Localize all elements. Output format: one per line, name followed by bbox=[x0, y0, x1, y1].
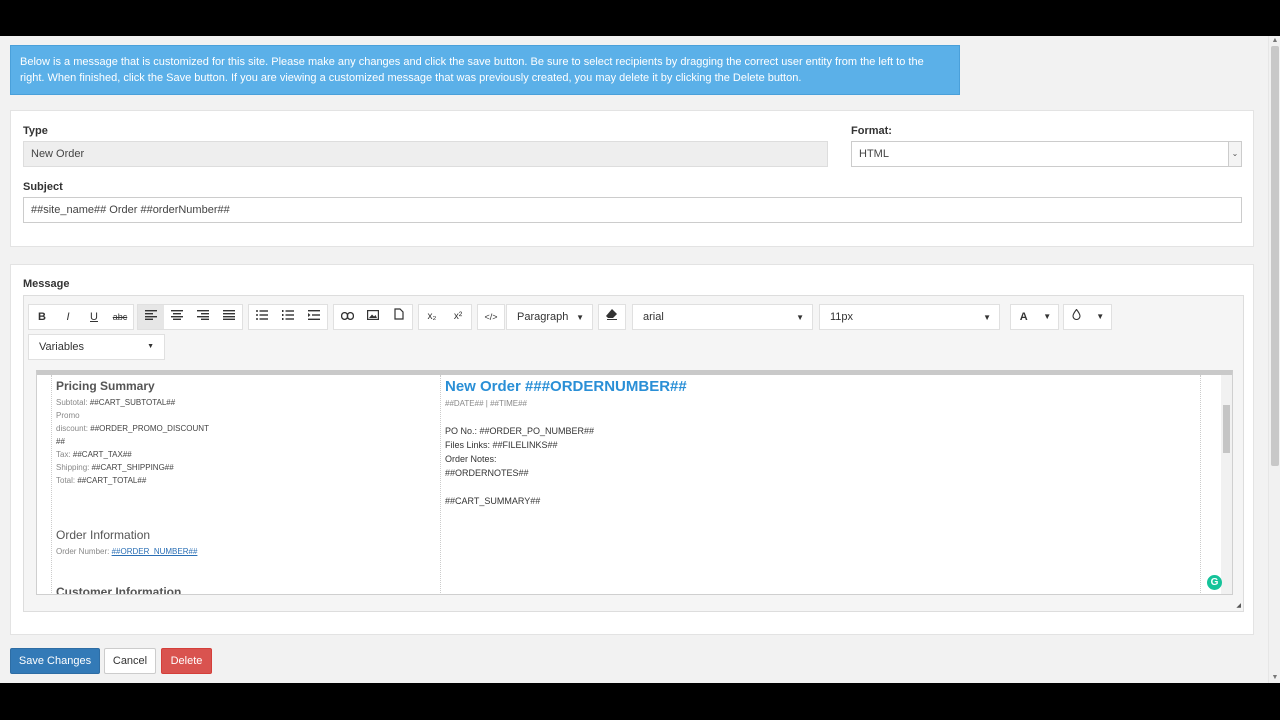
image-icon[interactable] bbox=[360, 305, 386, 329]
content-left-column: Pricing Summary Subtotal: ##CART_SUBTOTA… bbox=[51, 375, 441, 595]
superscript-button[interactable]: x² bbox=[445, 305, 471, 329]
underline-button[interactable]: U bbox=[81, 305, 107, 329]
pricing-line: Total: ##CART_TOTAL## bbox=[56, 476, 147, 485]
strikethrough-button[interactable]: abc bbox=[107, 305, 133, 329]
caret-down-icon[interactable]: ▼ bbox=[1089, 305, 1111, 329]
subscript-button[interactable]: x₂ bbox=[419, 305, 445, 329]
rich-text-editor: B I U abc x₂ x² </> Paragraph ▼ arial ▼ … bbox=[23, 295, 1244, 612]
toolbar-script: x₂ x² bbox=[418, 304, 472, 330]
notes-label: Order Notes: bbox=[445, 454, 497, 464]
indent-icon[interactable] bbox=[301, 305, 327, 329]
caret-down-icon: ▼ bbox=[983, 313, 991, 322]
pricing-lines: Subtotal: ##CART_SUBTOTAL## Promo discou… bbox=[56, 396, 426, 487]
new-order-title: New Order ###ORDERNUMBER## bbox=[445, 378, 687, 395]
clear-format-icon[interactable] bbox=[599, 305, 625, 329]
fill-color-icon[interactable] bbox=[1064, 305, 1089, 329]
pricing-line: Subtotal: ##CART_SUBTOTAL## bbox=[56, 398, 176, 407]
page-scrollbar-thumb[interactable] bbox=[1271, 46, 1279, 466]
pricing-line: Tax: ##CART_TAX## bbox=[56, 450, 132, 459]
message-label: Message bbox=[23, 278, 70, 290]
media-icon[interactable] bbox=[386, 305, 412, 329]
toolbar-align bbox=[137, 304, 243, 330]
delete-button[interactable]: Delete bbox=[161, 648, 212, 674]
pricing-line: discount: ##ORDER_PROMO_DISCOUNT bbox=[56, 424, 209, 433]
bullet-list-icon[interactable] bbox=[249, 305, 275, 329]
scroll-up-icon[interactable]: ▲ bbox=[1269, 36, 1280, 46]
link-icon[interactable] bbox=[334, 305, 360, 329]
editor-scrollbar[interactable] bbox=[1221, 375, 1232, 594]
cart-summary: ##CART_SUMMARY## bbox=[445, 496, 541, 506]
order-number-link[interactable]: ##ORDER_NUMBER## bbox=[112, 547, 198, 556]
paragraph-dropdown-label: Paragraph bbox=[517, 311, 569, 323]
toolbar-code: </> bbox=[477, 304, 505, 330]
font-color-button[interactable]: A bbox=[1011, 305, 1036, 329]
resize-handle-icon[interactable]: ◢ bbox=[1236, 602, 1241, 609]
font-color-control: A ▼ bbox=[1010, 304, 1059, 330]
format-select[interactable]: HTML ⌄ bbox=[851, 141, 1242, 167]
italic-button[interactable]: I bbox=[55, 305, 81, 329]
order-information-title: Order Information bbox=[56, 528, 151, 542]
font-family-label: arial bbox=[643, 311, 664, 323]
font-size-dropdown[interactable]: 11px ▼ bbox=[819, 304, 1000, 330]
font-size-label: 11px bbox=[830, 311, 854, 323]
type-label: Type bbox=[23, 125, 48, 137]
type-field: New Order bbox=[23, 141, 828, 167]
caret-down-icon[interactable]: ▼ bbox=[1036, 305, 1058, 329]
scroll-down-icon[interactable]: ▼ bbox=[1269, 673, 1280, 683]
caret-down-icon: ▼ bbox=[576, 313, 584, 322]
variables-dropdown-label: Variables bbox=[39, 341, 85, 353]
order-number-line: Order Number: ##ORDER_NUMBER## bbox=[56, 547, 198, 556]
format-label: Format: bbox=[851, 125, 892, 137]
date-time-line: ##DATE## | ##TIME## bbox=[445, 399, 527, 408]
background-color-control: ▼ bbox=[1063, 304, 1112, 330]
align-left-icon[interactable] bbox=[138, 305, 164, 329]
subject-label: Subject bbox=[23, 181, 63, 193]
subject-input[interactable]: ##site_name## Order ##orderNumber## bbox=[23, 197, 1242, 223]
align-right-icon[interactable] bbox=[190, 305, 216, 329]
editor-scrollbar-thumb[interactable] bbox=[1223, 405, 1230, 453]
align-center-icon[interactable] bbox=[164, 305, 190, 329]
toolbar-lists bbox=[248, 304, 328, 330]
pricing-line: Promo bbox=[56, 411, 80, 420]
format-select-value: HTML bbox=[859, 148, 889, 160]
variables-dropdown[interactable]: Variables ▼ bbox=[28, 334, 165, 360]
order-details: PO No.: ##ORDER_PO_NUMBER## Files Links:… bbox=[445, 424, 594, 508]
paragraph-dropdown[interactable]: Paragraph ▼ bbox=[506, 304, 593, 330]
numbered-list-icon[interactable] bbox=[275, 305, 301, 329]
grammarly-icon[interactable]: G bbox=[1207, 575, 1222, 590]
pricing-line: Shipping: ##CART_SHIPPING## bbox=[56, 463, 174, 472]
toolbar-text-style: B I U abc bbox=[28, 304, 134, 330]
pricing-line: ## bbox=[56, 437, 65, 446]
po-line: PO No.: ##ORDER_PO_NUMBER## bbox=[445, 426, 595, 436]
code-view-button[interactable]: </> bbox=[478, 305, 504, 329]
content-right-column: New Order ###ORDERNUMBER## ##DATE## | ##… bbox=[441, 375, 1201, 594]
toolbar-insert bbox=[333, 304, 413, 330]
caret-down-icon: ▼ bbox=[147, 343, 154, 350]
align-justify-icon[interactable] bbox=[216, 305, 242, 329]
page-viewport: Below is a message that is customized fo… bbox=[0, 36, 1280, 683]
caret-down-icon: ▼ bbox=[796, 313, 804, 322]
pricing-summary-title: Pricing Summary bbox=[56, 379, 155, 393]
editor-content-area[interactable]: Pricing Summary Subtotal: ##CART_SUBTOTA… bbox=[36, 370, 1233, 595]
chevron-down-icon: ⌄ bbox=[1228, 142, 1241, 166]
details-panel: Type New Order Format: HTML ⌄ Subject ##… bbox=[10, 110, 1254, 247]
toolbar-clear bbox=[598, 304, 626, 330]
notes-value: ##ORDERNOTES## bbox=[445, 468, 529, 478]
cancel-button[interactable]: Cancel bbox=[104, 648, 156, 674]
customer-information-title: Customer Information bbox=[56, 585, 182, 595]
message-panel: Message B I U abc x₂ x² </> Paragraph ▼ … bbox=[10, 264, 1254, 635]
save-changes-button[interactable]: Save Changes bbox=[10, 648, 100, 674]
info-alert: Below is a message that is customized fo… bbox=[10, 45, 960, 95]
files-line: Files Links: ##FILELINKS## bbox=[445, 440, 558, 450]
font-family-dropdown[interactable]: arial ▼ bbox=[632, 304, 813, 330]
bold-button[interactable]: B bbox=[29, 305, 55, 329]
page-scrollbar[interactable]: ▲ ▼ bbox=[1268, 36, 1280, 683]
